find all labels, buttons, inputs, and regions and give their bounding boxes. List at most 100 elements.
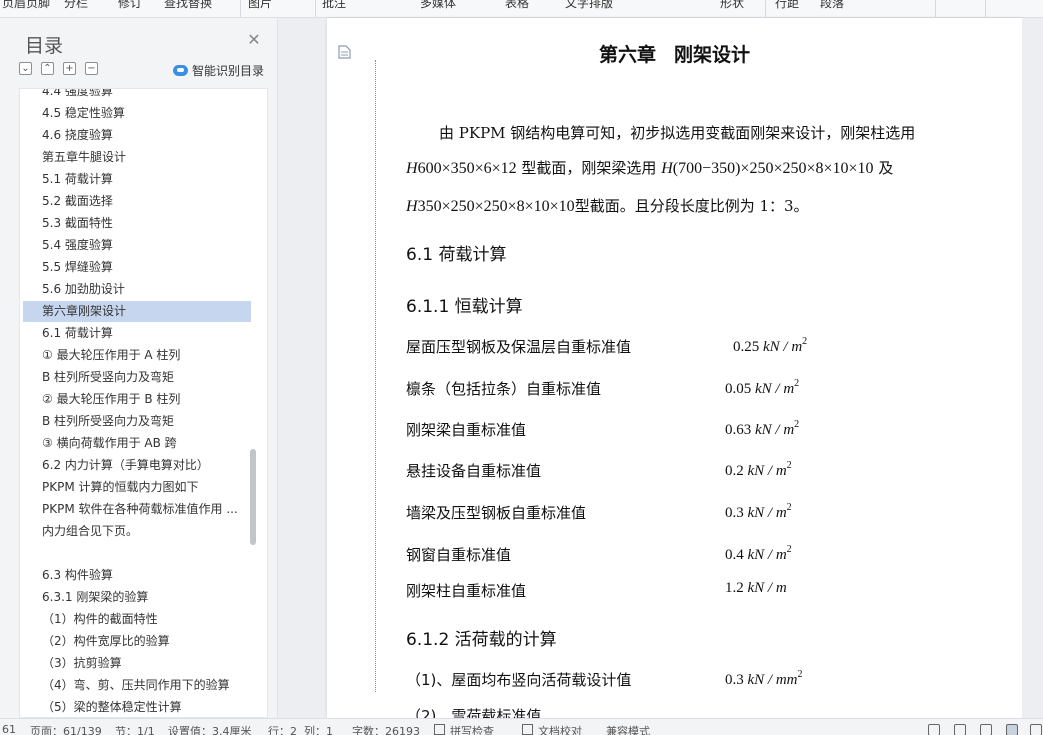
col-indicator: 列：1	[304, 725, 333, 735]
toc-item[interactable]: 6.1 荷载计算	[23, 323, 251, 344]
toc-item[interactable]: B 柱列所受竖向力及弯矩	[23, 411, 251, 432]
value-number: 0.4	[725, 547, 744, 563]
toc-item[interactable]: （2）构件宽厚比的验算	[23, 631, 251, 652]
value-exponent: 2	[794, 419, 800, 430]
math-section: (700−350)×250×250×8×10×10	[672, 160, 874, 177]
toolbar-item[interactable]: 行距	[775, 0, 799, 11]
math-section: 600×350×6×12	[417, 160, 517, 177]
toolbar-item[interactable]: 批注	[322, 0, 346, 11]
toc-item[interactable]: 6.3 构件验算	[23, 565, 251, 586]
toc-item[interactable]: ② 最大轮压作用于 B 柱列	[23, 389, 251, 410]
toc-item[interactable]: 4.4 强度验算	[23, 89, 251, 102]
toc-item[interactable]: （1）构件的截面特性	[23, 609, 251, 630]
toolbar-item[interactable]: 形状	[720, 0, 744, 11]
value-unit: kN / mm	[747, 672, 798, 688]
value-number: 0.2	[725, 463, 744, 479]
right-gutter	[1022, 18, 1043, 718]
toc-panel: 目录 ✕ ⌄ ⌃ + − 智能识别目录 4.4 强度验算 4.5 稳定性验算 4.6…	[0, 18, 278, 718]
proofread-label[interactable]: 文档校对	[538, 723, 582, 735]
value-unit: kN / m	[755, 422, 795, 438]
toc-item[interactable]: 4.5 稳定性验算	[23, 103, 251, 124]
value-exponent: 2	[797, 669, 803, 680]
value-number: 1.2	[725, 580, 744, 596]
close-icon[interactable]: ✕	[246, 32, 262, 48]
toc-item[interactable]: PKPM 软件在各种荷载标准值作用 ...	[23, 499, 251, 520]
intro-text: 及	[873, 159, 894, 177]
toolbar-divider	[765, 0, 766, 17]
word-processor-window: 页眉页脚 分栏 修订 查找替换 图片 批注 多媒体 表格 文字排版 形状 行距 …	[0, 0, 1043, 735]
toc-item[interactable]: ③ 横向荷载作用于 AB 跨	[23, 433, 251, 454]
math-section: 350×250×250×8×10×10	[417, 198, 575, 215]
load-label: 刚架梁自重标准值	[406, 421, 527, 439]
toc-item[interactable]: PKPM 计算的恒载内力图如下	[23, 477, 251, 498]
section-heading-6-1-2: 6.1.2 活荷载的计算	[406, 630, 557, 650]
section-indicator: 节：1/1	[115, 725, 155, 735]
toolbar-item[interactable]: 修订	[118, 0, 142, 11]
toc-item[interactable]: 5.1 荷载计算	[23, 169, 251, 190]
collapse-all-icon[interactable]: ⌄	[19, 62, 32, 75]
spell-check-label[interactable]: 拼写检查	[450, 723, 494, 735]
smart-toc-button[interactable]: 智能识别目录	[173, 62, 264, 79]
toc-item[interactable]: 5.2 截面选择	[23, 191, 251, 212]
toc-title: 目录	[25, 35, 64, 57]
toolbar-item[interactable]: 图片	[248, 0, 272, 11]
fullscreen-icon[interactable]	[928, 724, 940, 735]
intro-text: 型截面，刚架梁选用	[516, 159, 662, 177]
load-label: 屋面压型钢板及保温层自重标准值	[406, 338, 632, 356]
toc-item[interactable]: 5.6 加劲肋设计	[23, 279, 251, 300]
toc-item[interactable]: 6.2 内力计算（手算电算对比）	[23, 455, 251, 476]
web-view-icon[interactable]	[1030, 724, 1042, 735]
expand-level-icon[interactable]: ⌃	[41, 62, 54, 75]
remove-heading-icon[interactable]: −	[85, 62, 98, 75]
proofread-icon[interactable]	[522, 724, 533, 735]
toc-scrollbar[interactable]	[250, 449, 256, 545]
smart-toc-label: 智能识别目录	[192, 64, 265, 78]
add-heading-icon[interactable]: +	[63, 62, 76, 75]
toolbar-item[interactable]: 段落	[820, 0, 844, 11]
chapter-name: 刚架设计	[674, 44, 751, 66]
toc-item[interactable]: B 柱列所受竖向力及弯矩	[23, 367, 251, 388]
row-indicator: 行：2	[268, 725, 297, 735]
toolbar-item[interactable]: 文字排版	[565, 0, 613, 11]
read-mode-icon[interactable]	[954, 724, 966, 735]
word-count[interactable]: 字数：26193	[352, 723, 420, 735]
value-number: 0.3	[725, 505, 744, 521]
load-value: 0.3 kN / m2	[725, 502, 792, 522]
page-view-icon[interactable]	[1006, 724, 1018, 735]
toc-item[interactable]	[23, 543, 251, 564]
chapter-number: 第六章	[598, 44, 656, 66]
value-number: 0.25	[733, 339, 760, 355]
toolbar-item[interactable]: 分栏	[64, 0, 88, 11]
cloud-icon	[173, 65, 188, 76]
toolbar-divider	[240, 0, 241, 17]
load-label: 钢窗自重标准值	[406, 546, 512, 564]
load-label: 悬挂设备自重标准值	[406, 462, 542, 480]
toc-item[interactable]: 第五章牛腿设计	[23, 147, 251, 168]
load-value: 0.63 kN / m2	[725, 419, 799, 439]
toc-item[interactable]: （3）抗剪验算	[23, 653, 251, 674]
load-value: 0.4 kN / m2	[725, 544, 792, 564]
load-value: 0.2 kN / m2	[725, 460, 792, 480]
setting-indicator: 设置值：3.4厘米	[168, 725, 252, 735]
toolbar-divider	[935, 0, 936, 17]
toolbar-item[interactable]: 多媒体	[420, 0, 456, 11]
toc-item[interactable]: 第六章刚架设计	[23, 301, 251, 322]
toc-item[interactable]: 5.4 强度验算	[23, 235, 251, 256]
intro-line-2: H600×350×6×12 型截面，刚架梁选用 H(700−350)×250×2…	[406, 157, 893, 178]
toolbar-item[interactable]: 页眉页脚	[2, 0, 50, 11]
toc-item[interactable]: （4）弯、剪、压共同作用下的验算	[23, 675, 251, 696]
page-indicator[interactable]: 页面：61/139	[30, 723, 102, 735]
toc-item[interactable]: 5.3 截面特性	[23, 213, 251, 234]
page-index: 61	[2, 723, 16, 735]
toc-item[interactable]: 6.3.1 刚架梁的验算	[23, 587, 251, 608]
toc-item[interactable]: ① 最大轮压作用于 A 柱列	[23, 345, 251, 366]
toc-item[interactable]: 5.5 焊缝验算	[23, 257, 251, 278]
toc-item[interactable]: 内力组合见下页。	[23, 521, 251, 542]
toc-item[interactable]: 4.6 挠度验算	[23, 125, 251, 146]
toolbar-item[interactable]: 查找替换	[164, 0, 212, 11]
pen-icon[interactable]	[980, 724, 992, 735]
toolbar-item[interactable]: 表格	[505, 0, 529, 11]
spell-check-icon[interactable]	[434, 724, 445, 735]
document-page[interactable]: 第六章 刚架设计 由 PKPM 钢结构电算可知，初步拟选用变截面刚架来设计，刚架柱…	[327, 18, 1022, 725]
toc-item[interactable]: （5）梁的整体稳定性计算	[23, 697, 251, 717]
